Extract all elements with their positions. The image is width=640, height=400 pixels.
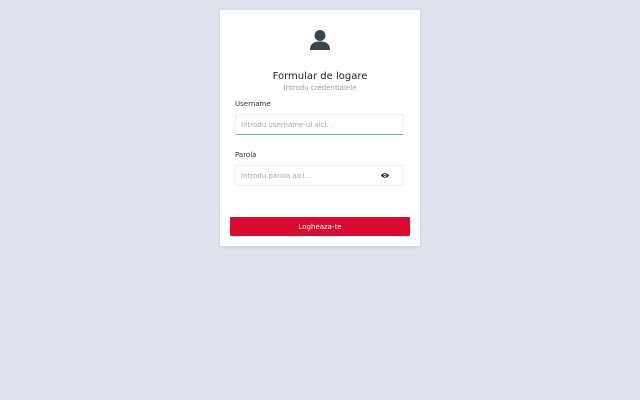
eye-icon[interactable] [381,172,389,179]
form-title: Formular de logare [272,71,368,82]
user-icon [310,30,330,50]
password-label: Parola [235,151,257,159]
form-subtitle: Introdu credentialele [283,84,357,92]
username-field[interactable] [235,114,404,135]
username-label: Username [235,100,271,108]
password-input[interactable] [241,166,381,185]
password-field[interactable] [235,165,404,186]
login-button[interactable]: Logheaza-te [230,217,410,236]
username-input[interactable] [241,115,381,134]
login-card: Formular de logare Introdu credentialele… [220,10,420,246]
